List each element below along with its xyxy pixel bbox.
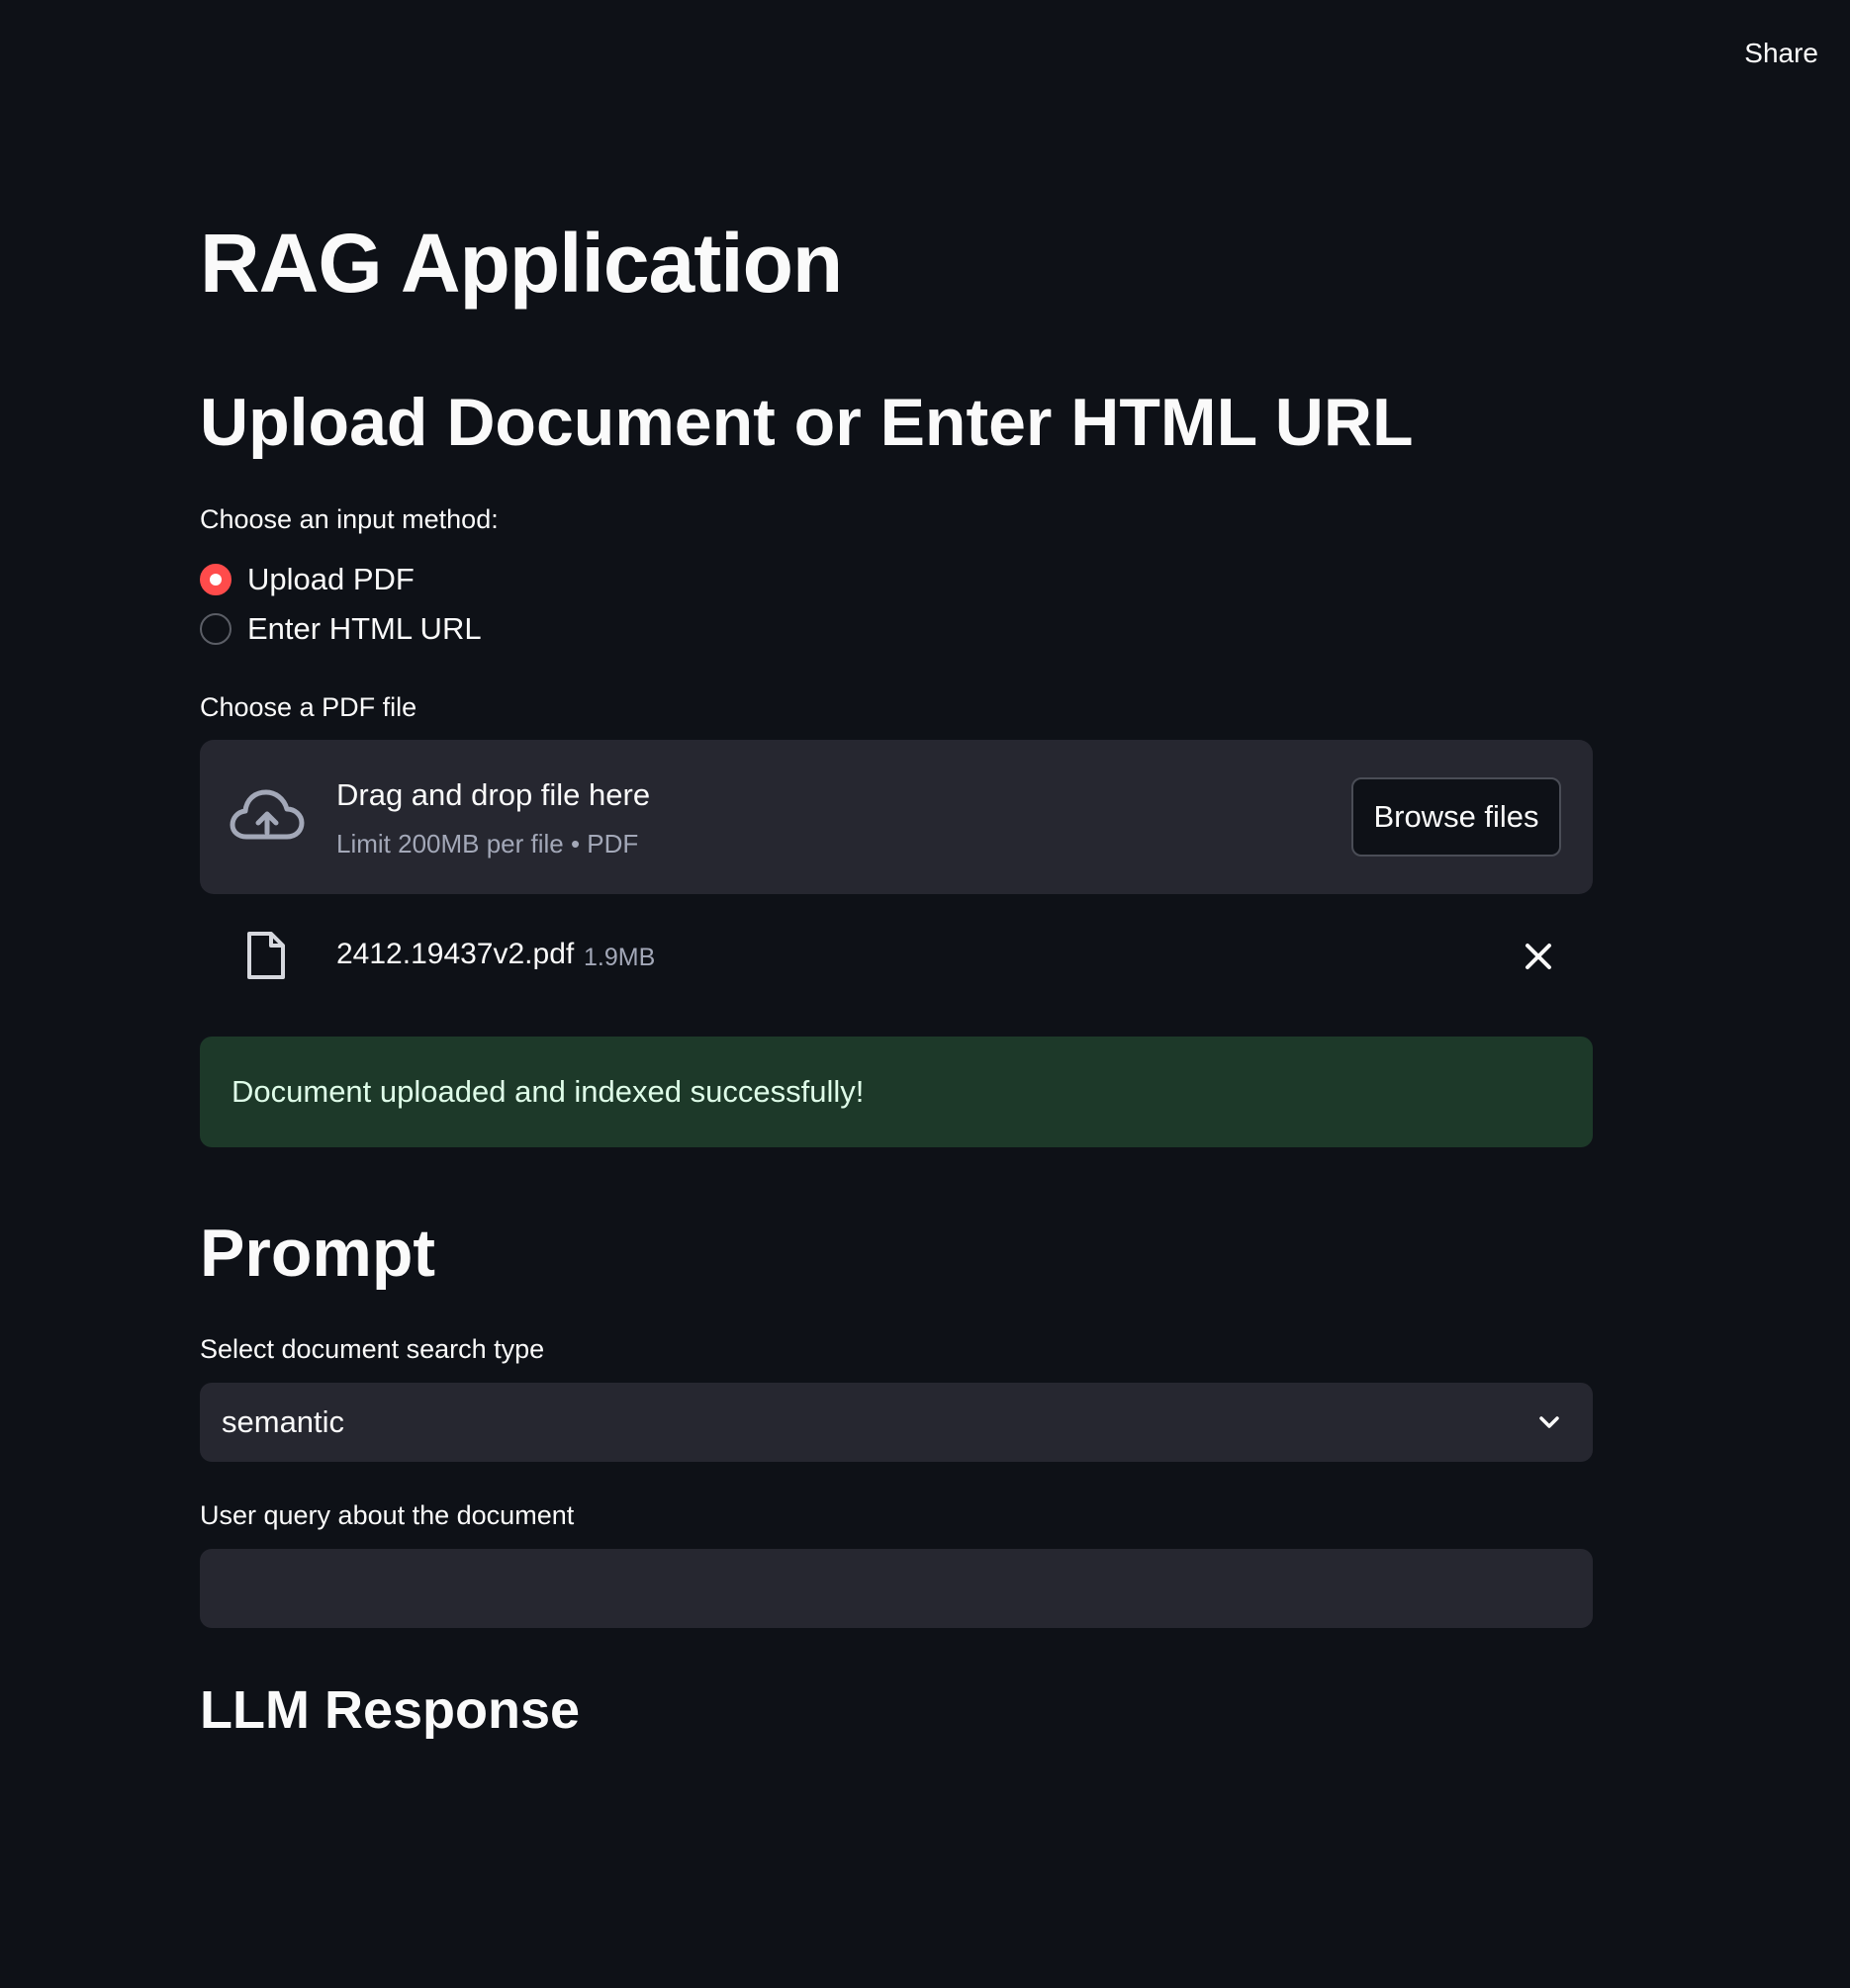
file-uploader-label: Choose a PDF file — [200, 692, 417, 722]
browse-files-button[interactable]: Browse files — [1351, 777, 1561, 857]
success-alert: Document uploaded and indexed successful… — [200, 1037, 1593, 1147]
close-icon[interactable] — [1522, 940, 1555, 973]
radio-option-upload-pdf[interactable]: Upload PDF — [200, 562, 415, 597]
search-type-label: Select document search type — [200, 1334, 545, 1364]
llm-response-heading: LLM Response — [200, 1680, 581, 1740]
user-query-label: User query about the document — [200, 1500, 575, 1530]
dropzone-instructions: Drag and drop file here — [336, 777, 651, 812]
dropzone-limit-text: Limit 200MB per file • PDF — [336, 829, 639, 858]
file-icon — [247, 932, 285, 979]
input-method-label: Choose an input method: — [200, 504, 499, 534]
radio-option-label: Enter HTML URL — [247, 611, 482, 646]
uploaded-file-size: 1.9MB — [584, 944, 656, 971]
success-message: Document uploaded and indexed successful… — [231, 1074, 865, 1109]
radio-button-unchecked[interactable] — [200, 613, 231, 645]
file-dropzone[interactable]: Drag and drop file here Limit 200MB per … — [200, 740, 1593, 894]
uploaded-file-name: 2412.19437v2.pdf — [336, 938, 575, 970]
user-query-input[interactable] — [200, 1549, 1593, 1628]
page-title: RAG Application — [200, 217, 843, 310]
share-button[interactable]: Share — [1744, 38, 1818, 69]
search-type-select[interactable]: semantic — [200, 1383, 1593, 1462]
chevron-down-icon — [1539, 1416, 1559, 1428]
radio-option-enter-html-url[interactable]: Enter HTML URL — [200, 611, 482, 647]
cloud-upload-icon — [230, 789, 305, 840]
radio-button-checked[interactable] — [200, 564, 231, 595]
radio-option-label: Upload PDF — [247, 562, 415, 596]
uploaded-file-item: 2412.19437v2.pdf 1.9MB — [200, 920, 1593, 995]
upload-section-heading: Upload Document or Enter HTML URL — [200, 385, 1414, 460]
top-bar: Share — [0, 0, 1850, 119]
search-type-selected-value: semantic — [222, 1404, 345, 1439]
prompt-heading: Prompt — [200, 1216, 435, 1291]
